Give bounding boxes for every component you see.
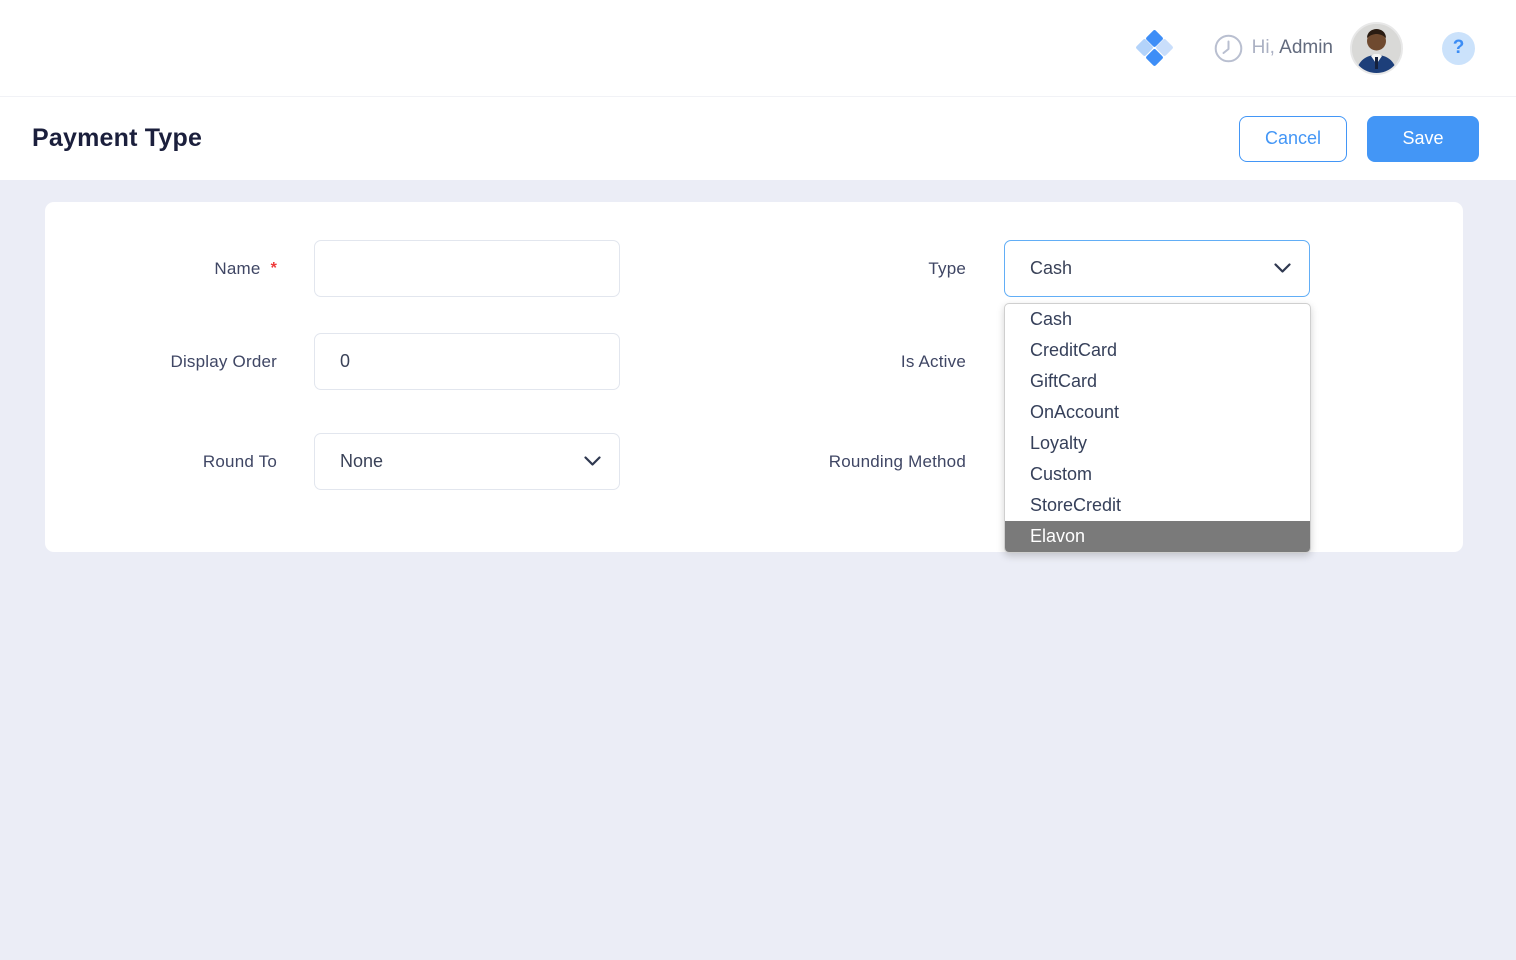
type-dropdown-option[interactable]: Custom xyxy=(1005,459,1310,490)
type-dropdown-list: Cash CreditCard GiftCard OnAccount Loyal… xyxy=(1004,303,1311,553)
type-select-value: Cash xyxy=(1030,258,1072,279)
greeting-name: Admin xyxy=(1279,37,1333,58)
type-label: Type xyxy=(620,259,966,279)
cancel-button[interactable]: Cancel xyxy=(1239,116,1347,162)
type-dropdown-option[interactable]: Loyalty xyxy=(1005,428,1310,459)
type-dropdown-option[interactable]: OnAccount xyxy=(1005,397,1310,428)
topbar: Hi, Admin ? xyxy=(0,0,1516,97)
required-asterisk: * xyxy=(271,260,277,278)
user-avatar[interactable] xyxy=(1350,22,1403,75)
type-dropdown-option[interactable]: Cash xyxy=(1005,304,1310,335)
round-to-label: Round To xyxy=(45,452,277,472)
display-order-input[interactable] xyxy=(314,333,620,390)
display-order-field-wrap xyxy=(314,333,620,390)
payment-type-form-card: Name * Type Cash Display Order xyxy=(45,202,1463,552)
display-order-label: Display Order xyxy=(45,352,277,372)
page-title: Payment Type xyxy=(32,124,202,153)
type-dropdown-option[interactable]: Elavon xyxy=(1005,521,1310,552)
name-label-wrap: Name * xyxy=(45,259,277,279)
greeting-text: Hi, Admin xyxy=(1252,37,1333,59)
chevron-down-icon xyxy=(584,456,601,467)
type-select[interactable]: Cash xyxy=(1004,240,1310,297)
clock-icon[interactable] xyxy=(1214,34,1243,63)
apps-diamond-icon[interactable] xyxy=(1138,31,1170,65)
name-input[interactable] xyxy=(314,240,620,297)
form-row-1: Name * Type Cash xyxy=(45,240,1463,297)
chevron-down-icon xyxy=(1274,263,1291,274)
round-to-select-value: None xyxy=(340,451,383,472)
round-to-field-wrap: None xyxy=(314,433,620,490)
type-dropdown-option[interactable]: CreditCard xyxy=(1005,335,1310,366)
rounding-method-label: Rounding Method xyxy=(620,452,966,472)
type-dropdown-option[interactable]: GiftCard xyxy=(1005,366,1310,397)
save-button[interactable]: Save xyxy=(1367,116,1479,162)
help-icon[interactable]: ? xyxy=(1442,32,1475,65)
page-header: Payment Type Cancel Save xyxy=(0,97,1516,180)
is-active-label: Is Active xyxy=(620,352,966,372)
round-to-select[interactable]: None xyxy=(314,433,620,490)
name-field-wrap xyxy=(314,240,620,297)
type-dropdown-option[interactable]: StoreCredit xyxy=(1005,490,1310,521)
greeting-prefix: Hi, xyxy=(1252,37,1275,58)
type-field-wrap: Cash xyxy=(1004,240,1310,297)
header-actions: Cancel Save xyxy=(1239,116,1479,162)
content-area: Name * Type Cash Display Order xyxy=(0,180,1516,960)
name-label: Name xyxy=(214,259,260,279)
